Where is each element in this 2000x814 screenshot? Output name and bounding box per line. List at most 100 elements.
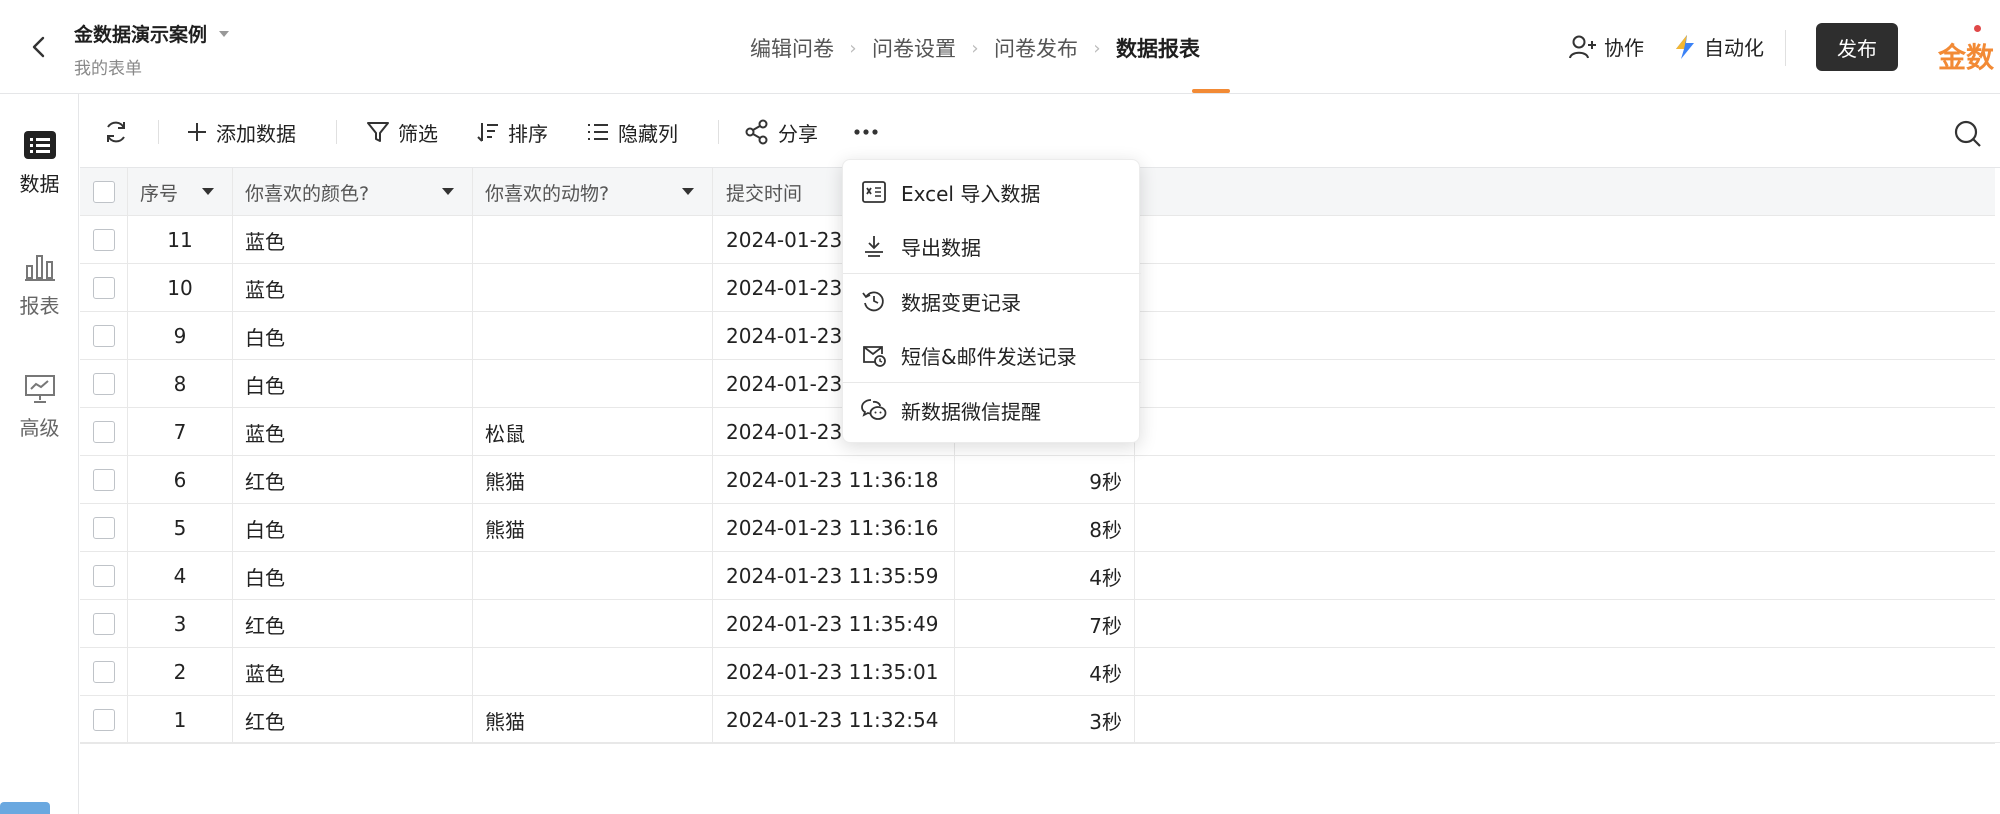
cell-animal [473, 312, 713, 360]
automation-button[interactable]: 自动化 [1672, 32, 1764, 61]
step-edit[interactable]: 编辑问卷 [750, 33, 834, 63]
hide-columns-button[interactable]: 隐藏列 [586, 118, 678, 146]
cell-animal [473, 216, 713, 264]
cell-time: 2024-01-23 11:35:01 [713, 648, 955, 696]
row-select-cell [80, 648, 128, 696]
cell-time-text: 2024-01-23 [726, 420, 843, 444]
filter-button[interactable]: 筛选 [366, 118, 438, 146]
select-all-checkbox[interactable] [92, 181, 115, 203]
step-report[interactable]: 数据报表 [1116, 33, 1200, 63]
cell-seq: 4 [128, 552, 233, 600]
mail-clock-icon [863, 346, 886, 367]
header-animal[interactable]: 你喜欢的动物? [473, 168, 713, 216]
row-checkbox[interactable] [92, 661, 115, 683]
cell-time-text: 2024-01-23 11:36:16 [726, 516, 939, 540]
publish-button[interactable]: 发布 [1816, 23, 1898, 71]
rail-item-report[interactable]: 报表 [0, 252, 79, 319]
cell-time-text: 2024-01-23 11:35:59 [726, 564, 939, 588]
row-select-cell [80, 312, 128, 360]
more-button[interactable] [852, 118, 888, 146]
chevron-right-icon: › [1093, 37, 1101, 59]
top-header: 金数据演示案例 我的表单 编辑问卷 › 问卷设置 › 问卷发布 › 数据报表 协… [0, 0, 2000, 94]
row-checkbox[interactable] [92, 325, 115, 347]
table-row[interactable]: 3 红色 2024-01-23 11:35:49 7秒 [80, 600, 1995, 648]
brand-logo: 金数 [1938, 41, 1995, 74]
row-checkbox[interactable] [92, 277, 115, 299]
search-icon [1954, 120, 1981, 147]
notification-dot [1974, 25, 1981, 32]
back-button[interactable] [22, 30, 56, 64]
header-color[interactable]: 你喜欢的颜色? [233, 168, 473, 216]
divider [158, 120, 159, 144]
table-row[interactable]: 2 蓝色 2024-01-23 11:35:01 4秒 [80, 648, 1995, 696]
menu-item-change-log[interactable]: 数据变更记录 [843, 274, 1141, 328]
collaborate-button[interactable]: 协作 [1568, 32, 1644, 61]
sort-label: 排序 [508, 121, 548, 146]
menu-item-export[interactable]: 导出数据 [843, 219, 1141, 273]
refresh-button[interactable] [102, 118, 138, 146]
row-select-cell [80, 552, 128, 600]
add-data-button[interactable]: 添加数据 [186, 118, 296, 146]
rail-item-advanced[interactable]: 高级 [0, 374, 79, 441]
user-add-icon [1569, 35, 1596, 58]
row-checkbox[interactable] [92, 469, 115, 491]
cell-color: 蓝色 [233, 216, 473, 264]
header-time-label: 提交时间 [726, 182, 803, 205]
caret-down-icon [442, 188, 454, 195]
refresh-icon [107, 121, 125, 143]
cell-seq-text: 10 [167, 276, 193, 300]
cell-animal [473, 552, 713, 600]
cell-duration-text: 3秒 [1089, 709, 1122, 734]
cell-seq: 2 [128, 648, 233, 696]
excel-icon [862, 181, 886, 203]
cell-animal-text: 熊猫 [485, 517, 525, 542]
search-button[interactable] [1952, 118, 1984, 150]
form-title[interactable]: 金数据演示案例 [74, 20, 230, 47]
row-checkbox[interactable] [92, 517, 115, 539]
row-checkbox[interactable] [92, 421, 115, 443]
table-row[interactable]: 6 红色 熊猫 2024-01-23 11:36:18 9秒 [80, 456, 1995, 504]
cell-time-text: 2024-01-23 [726, 228, 843, 252]
row-select-cell [80, 360, 128, 408]
step-publish[interactable]: 问卷发布 [994, 33, 1078, 63]
cell-time-text: 2024-01-23 11:36:18 [726, 468, 939, 492]
filter-label: 筛选 [398, 121, 438, 146]
rail-item-data[interactable]: 数据 [0, 130, 79, 197]
cell-animal: 熊猫 [473, 456, 713, 504]
cell-color-text: 蓝色 [245, 229, 285, 254]
filter-icon [367, 122, 389, 142]
cell-animal: 熊猫 [473, 504, 713, 552]
cell-color-text: 蓝色 [245, 661, 285, 686]
menu-item-excel-import[interactable]: Excel 导入数据 [843, 165, 1141, 219]
row-checkbox[interactable] [92, 613, 115, 635]
cell-animal [473, 600, 713, 648]
row-checkbox[interactable] [92, 373, 115, 395]
row-checkbox[interactable] [92, 565, 115, 587]
header-seq[interactable]: 序号 [128, 168, 233, 216]
menu-item-sms-mail-log[interactable]: 短信&邮件发送记录 [843, 328, 1141, 382]
cell-animal-text: 熊猫 [485, 469, 525, 494]
help-tab[interactable] [0, 802, 50, 814]
share-button[interactable]: 分享 [744, 118, 818, 146]
cell-duration: 9秒 [955, 456, 1135, 504]
cell-color: 白色 [233, 360, 473, 408]
cell-seq: 8 [128, 360, 233, 408]
cell-seq-text: 11 [167, 228, 193, 252]
cell-duration-text: 4秒 [1089, 565, 1122, 590]
automation-label: 自动化 [1704, 36, 1764, 60]
rail-label-report: 报表 [19, 294, 60, 318]
row-checkbox[interactable] [92, 709, 115, 731]
download-icon [865, 236, 883, 257]
sort-button[interactable]: 排序 [476, 118, 548, 146]
cell-color: 白色 [233, 504, 473, 552]
menu-item-wechat-alert[interactable]: 新数据微信提醒 [843, 383, 1141, 437]
header-color-label: 你喜欢的颜色? [245, 182, 370, 205]
table-row[interactable]: 1 红色 熊猫 2024-01-23 11:32:54 3秒 [80, 696, 1995, 744]
table-row[interactable]: 5 白色 熊猫 2024-01-23 11:36:16 8秒 [80, 504, 1995, 552]
table-row[interactable]: 4 白色 2024-01-23 11:35:59 4秒 [80, 552, 1995, 600]
cell-color: 红色 [233, 600, 473, 648]
step-settings[interactable]: 问卷设置 [872, 33, 956, 63]
row-checkbox[interactable] [92, 229, 115, 251]
menu-label: 导出数据 [901, 235, 981, 260]
row-select-cell [80, 216, 128, 264]
